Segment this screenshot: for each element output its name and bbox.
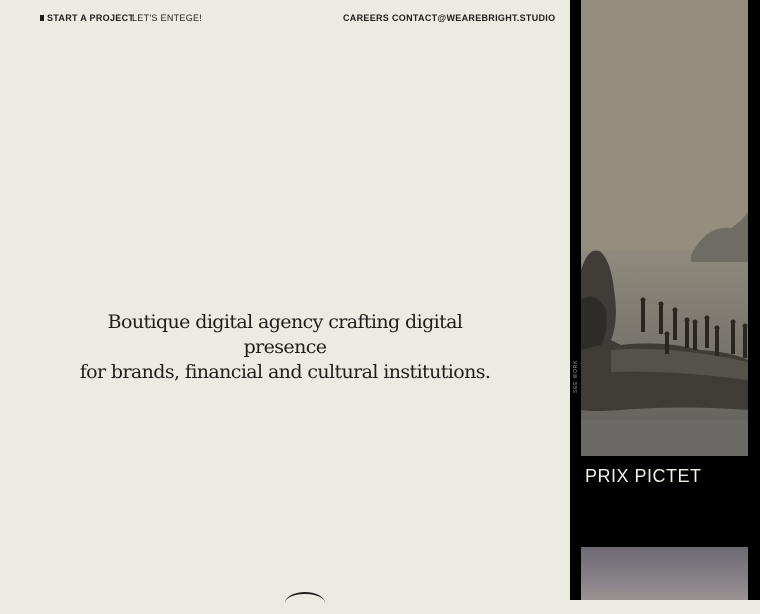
hero-line-2: for brands, financial and cultural insti… — [79, 361, 491, 383]
cliff-swimmers-image — [581, 0, 748, 456]
project-title[interactable]: PRIX PICTET — [585, 466, 702, 487]
main-panel: START A PROJECT LET'S ENTEGE! CAREERS CO… — [0, 0, 570, 600]
contact-email-link[interactable]: CONTACT@WEAREBRIGHT.STUDIO — [392, 13, 555, 23]
see-work-label[interactable]: SEE WORK — [573, 360, 579, 393]
next-project-photo[interactable] — [581, 547, 748, 600]
project-photo-prix-pictet[interactable] — [581, 0, 748, 456]
careers-link[interactable]: CAREERS — [343, 13, 389, 23]
hero-line-1: Boutique digital agency crafting digital… — [107, 311, 463, 358]
start-project-link[interactable]: START A PROJECT — [40, 13, 134, 23]
scroll-arc-icon[interactable] — [285, 592, 325, 614]
square-icon — [40, 14, 44, 21]
hero-tagline: Boutique digital agency crafting digital… — [70, 310, 500, 385]
lets-entege-link[interactable]: LET'S ENTEGE! — [132, 13, 202, 23]
start-project-label: START A PROJECT — [47, 13, 135, 23]
top-nav: START A PROJECT LET'S ENTEGE! CAREERS CO… — [0, 13, 570, 25]
work-showcase-panel: PRIX PICTET — [570, 0, 760, 600]
